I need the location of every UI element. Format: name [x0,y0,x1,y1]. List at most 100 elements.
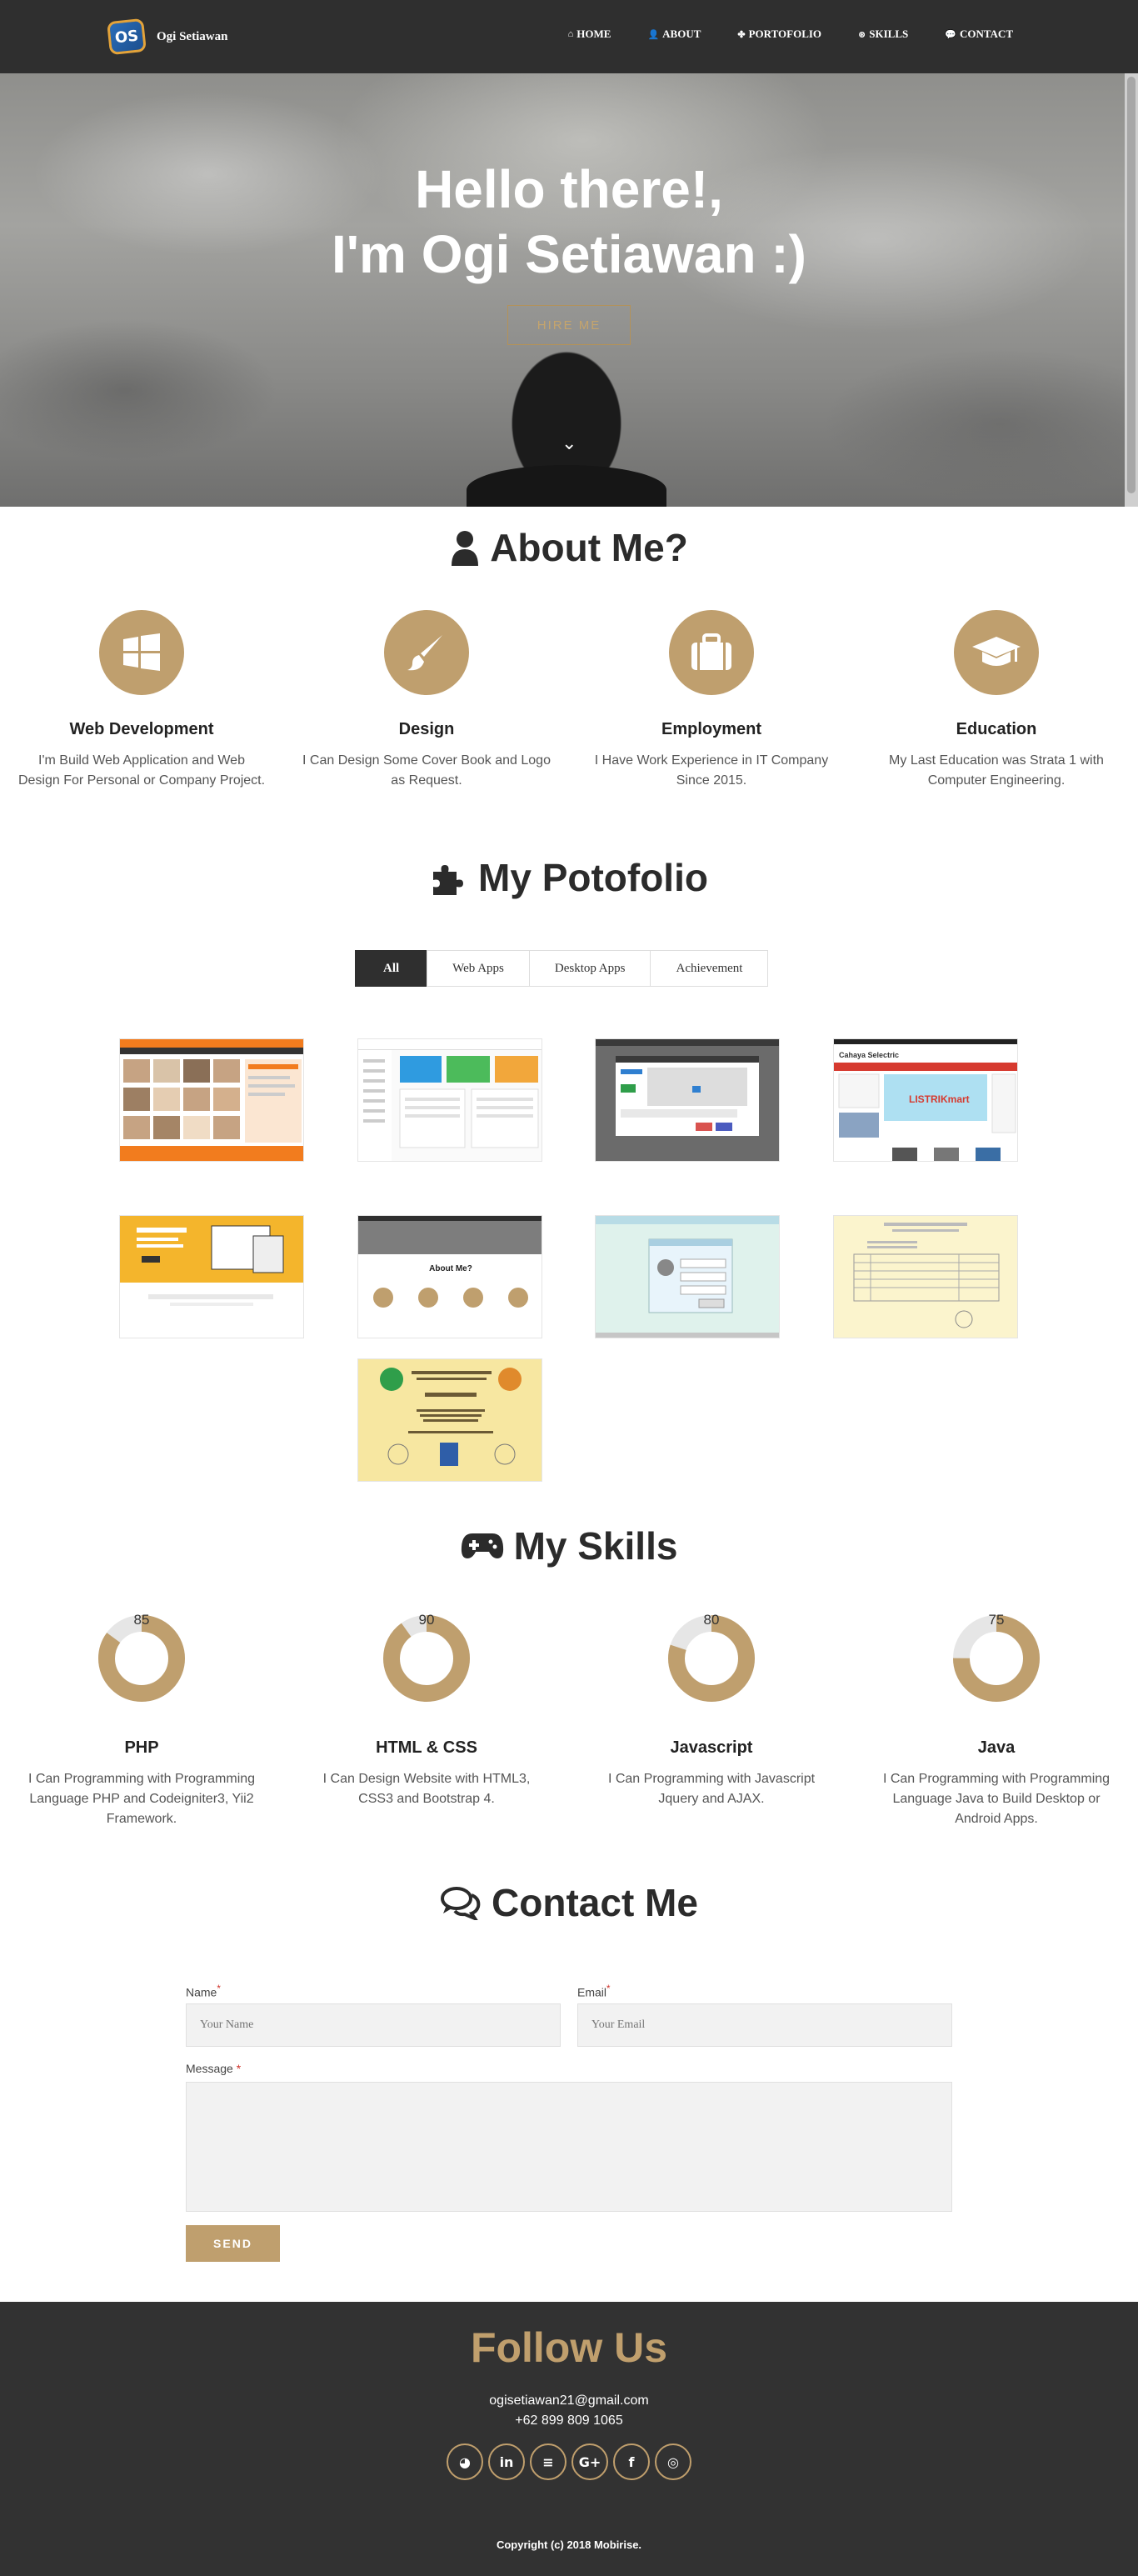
feature-text: I Have Work Experience in IT Company Sin… [594,753,829,788]
send-button[interactable]: SEND [186,2225,280,2262]
brand-name[interactable]: Ogi Setiawan [157,30,227,44]
required-mark: * [236,2062,242,2075]
nav-link-home[interactable]: ⌂ HOME [568,28,611,41]
email-label: Email* [577,1983,611,1999]
facebook-icon[interactable]: f [613,2443,650,2480]
nav-label: HOME [576,28,611,40]
chat-icon [441,1887,481,1920]
skill-value: 75 [988,1612,1005,1628]
contact-title-text: Contact Me [492,1881,698,1924]
nav-link-portofolio[interactable]: ✤ PORTOFOLIO [737,28,821,41]
feature-education: Education My Last Education was Strata 1… [863,610,1130,791]
name-label-text: Name [186,1985,217,1999]
portfolio-thumb-9[interactable] [357,1358,542,1482]
feature-employment: Employment I Have Work Experience in IT … [578,610,845,791]
logo-icon[interactable]: OS [107,18,147,56]
skill-javascript: 80 Javascript I Can Programming with Jav… [578,1612,845,1809]
skill-java: 75 Java I Can Programming with Programmi… [863,1612,1130,1829]
nav-label: ABOUT [662,28,701,40]
portfolio-thumb-6[interactable]: About Me? [357,1215,542,1338]
nav-link-about[interactable]: 👤 ABOUT [647,28,701,41]
nav-label: SKILLS [869,28,909,40]
chevron-down-icon[interactable]: ⌄ [562,433,576,454]
skill-title: HTML & CSS [376,1738,477,1757]
skill-text: I Can Programming with Programming Langu… [882,1772,1111,1826]
user-icon [452,531,479,566]
paintbrush-icon [384,610,469,695]
feature-title: Design [398,720,455,738]
hire-me-button[interactable]: HIRE ME [507,305,631,345]
navbar: OS Ogi Setiawan ⌂ HOME 👤 ABOUT ✤ PORTOFOLIO… [0,0,1138,73]
nav-link-skills[interactable]: ⊛ SKILLS [858,28,908,41]
feature-text: I Can Design Some Cover Book and Logo as… [302,753,551,788]
skill-progress-ring: 80 [665,1612,758,1705]
skills-title: My Skills [0,1523,1138,1568]
nav-menu: ⌂ HOME 👤 ABOUT ✤ PORTOFOLIO ⊛ SKILLS 💬 CONTAC… [568,28,1013,41]
cahaya-label: Cahaya Selectric [839,1051,899,1059]
footer: Follow Us ogisetiawan21@gmail.com +62 89… [0,2302,1138,2576]
skill-text: I Can Design Website with HTML3, CSS3 an… [322,1772,531,1806]
windows-icon [99,610,184,695]
chat-icon: 💬 [945,29,956,40]
skill-title: PHP [124,1738,159,1757]
linkedin-icon[interactable]: in [488,2443,525,2480]
skill-value: 90 [418,1612,435,1628]
skills-title-text: My Skills [513,1524,678,1568]
feature-web-development: Web Development I'm Build Web Applicatio… [8,610,275,791]
briefcase-icon [669,610,754,695]
name-label: Name* [186,1983,221,1999]
follow-us-title: Follow Us [470,2324,668,2371]
instagram-icon[interactable]: ◎ [655,2443,691,2480]
filter-achievement[interactable]: Achievement [650,950,769,987]
brand[interactable]: OS Ogi Setiawan [107,18,227,56]
filter-web-apps[interactable]: Web Apps [427,950,530,987]
nav-link-contact[interactable]: 💬 CONTACT [945,28,1013,41]
user-icon: 👤 [647,29,660,40]
puzzle-icon: ✤ [737,29,746,40]
feature-title: Web Development [69,720,214,738]
skill-progress-ring: 85 [95,1612,188,1705]
hero-line-1: Hello there!, [415,159,723,219]
portfolio-thumb-5[interactable] [119,1215,304,1338]
skill-php: 85 PHP I Can Programming with Programmin… [8,1612,275,1829]
portfolio-thumb-7[interactable] [595,1215,780,1338]
about-title-text: About Me? [490,526,688,569]
portfolio-title: My Potofolio [0,855,1138,900]
nav-label: CONTACT [959,28,1013,40]
email-input[interactable] [577,2003,952,2047]
home-icon: ⌂ [567,29,574,39]
google-plus-icon[interactable]: G+ [571,2443,608,2480]
contact-title: Contact Me [0,1880,1138,1925]
skill-title: Java [977,1738,1016,1757]
listrik-label: LISTRIKmart [909,1093,970,1105]
portfolio-thumb-2[interactable] [357,1038,542,1162]
feature-text: My Last Education was Strata 1 with Comp… [889,753,1104,788]
gamepad-icon: ⊛ [858,29,866,40]
skill-value: 85 [133,1612,150,1628]
stack-overflow-icon[interactable]: ≡ [530,2443,567,2480]
scrollbar[interactable] [1125,73,1138,507]
email-label-text: Email [577,1985,607,1999]
github-icon[interactable]: ◕ [447,2443,483,2480]
portfolio-thumb-3[interactable] [595,1038,780,1162]
name-input[interactable] [186,2003,561,2047]
graduation-cap-icon [954,610,1039,695]
filter-all[interactable]: All [355,950,428,987]
filter-desktop-apps[interactable]: Desktop Apps [528,950,651,987]
skill-text: I Can Programming with Programming Langu… [27,1772,256,1826]
portfolio-filters: All Web Apps Desktop Apps Achievement [355,950,769,987]
portfolio-thumb-4[interactable]: Cahaya Selectric LISTRIKmart [833,1038,1018,1162]
about-title: About Me? [0,525,1138,570]
skill-html-css: 90 HTML & CSS I Can Design Website with … [293,1612,560,1809]
gamepad-icon [461,1533,503,1558]
required-mark: * [217,1983,221,1994]
portfolio-thumb-8[interactable] [833,1215,1018,1338]
skill-text: I Can Programming with Javascript Jquery… [607,1772,816,1806]
message-label-text: Message [186,2062,233,2075]
social-links: ◕ in ≡ G+ f ◎ [0,2443,1138,2480]
message-textarea[interactable] [186,2082,952,2212]
portfolio-thumb-1[interactable] [119,1038,304,1162]
feature-text: I'm Build Web Application and Web Design… [17,753,266,788]
portfolio-title-text: My Potofolio [478,856,708,899]
skill-progress-ring: 75 [950,1612,1043,1705]
